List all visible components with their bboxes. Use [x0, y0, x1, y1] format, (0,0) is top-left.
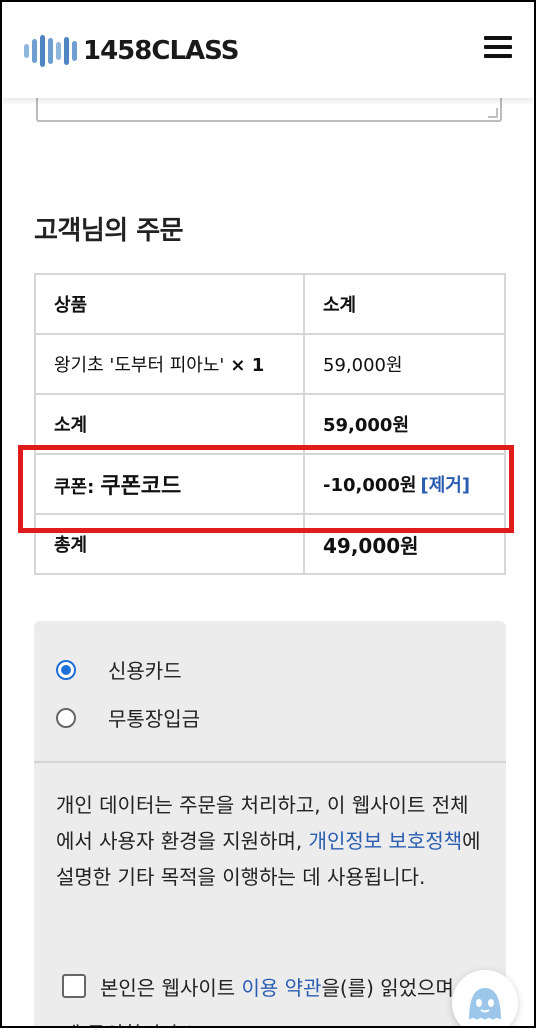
page-frame: 1458CLASS 고객님의 주문 상품 소계 왕기초 '도부터 피아노' × 1… — [0, 0, 536, 1028]
product-name: 왕기초 '도부터 피아노' — [54, 355, 225, 376]
product-price: 59,000원 — [303, 333, 506, 395]
terms-link[interactable]: 이용 약관 — [242, 976, 322, 1000]
site-header: 1458CLASS — [2, 2, 534, 98]
payment-method-card[interactable]: 신용카드 — [56, 655, 182, 684]
chat-ghost-icon — [469, 988, 501, 1020]
table-row: 왕기초 '도부터 피아노' × 1 59,000원 — [34, 333, 506, 395]
logo-text: 1458CLASS — [83, 36, 239, 66]
site-logo[interactable]: 1458CLASS — [24, 34, 239, 68]
resize-grip-icon[interactable] — [488, 108, 498, 118]
product-cell: 왕기초 '도부터 피아노' × 1 — [34, 333, 305, 395]
column-header-product: 상품 — [34, 273, 305, 335]
terms-agreement: 본인은 웹사이트 이용 약관을(를) 읽었으며 이에 동의합니다* — [62, 965, 482, 1026]
table-header-row: 상품 소계 — [34, 273, 506, 335]
chat-widget-button[interactable] — [452, 970, 518, 1026]
coupon-highlight-box — [18, 445, 514, 533]
order-section-title: 고객님의 주문 — [34, 216, 184, 246]
payment-box: 신용카드 무통장입금 개인 데이터는 주문을 처리하고, 이 웹사이트 전체에서… — [34, 621, 506, 1026]
radio-card[interactable] — [56, 659, 76, 680]
payment-method-bank[interactable]: 무통장입금 — [56, 703, 200, 732]
divider — [34, 761, 506, 763]
payment-method-card-label: 신용카드 — [108, 659, 182, 683]
privacy-notice: 개인 데이터는 주문을 처리하고, 이 웹사이트 전체에서 사용자 환경을 지원… — [56, 787, 486, 895]
product-qty: × 1 — [230, 355, 265, 376]
hamburger-menu-icon[interactable] — [484, 36, 512, 58]
radio-bank[interactable] — [56, 707, 76, 728]
required-mark: * — [185, 1022, 195, 1026]
terms-checkbox[interactable] — [62, 974, 86, 998]
terms-text-pre: 본인은 웹사이트 — [100, 976, 242, 1000]
column-header-subtotal: 소계 — [303, 273, 506, 335]
payment-method-bank-label: 무통장입금 — [108, 707, 200, 731]
logo-bars-icon — [24, 35, 77, 67]
privacy-policy-link[interactable]: 개인정보 보호정책 — [309, 829, 463, 853]
